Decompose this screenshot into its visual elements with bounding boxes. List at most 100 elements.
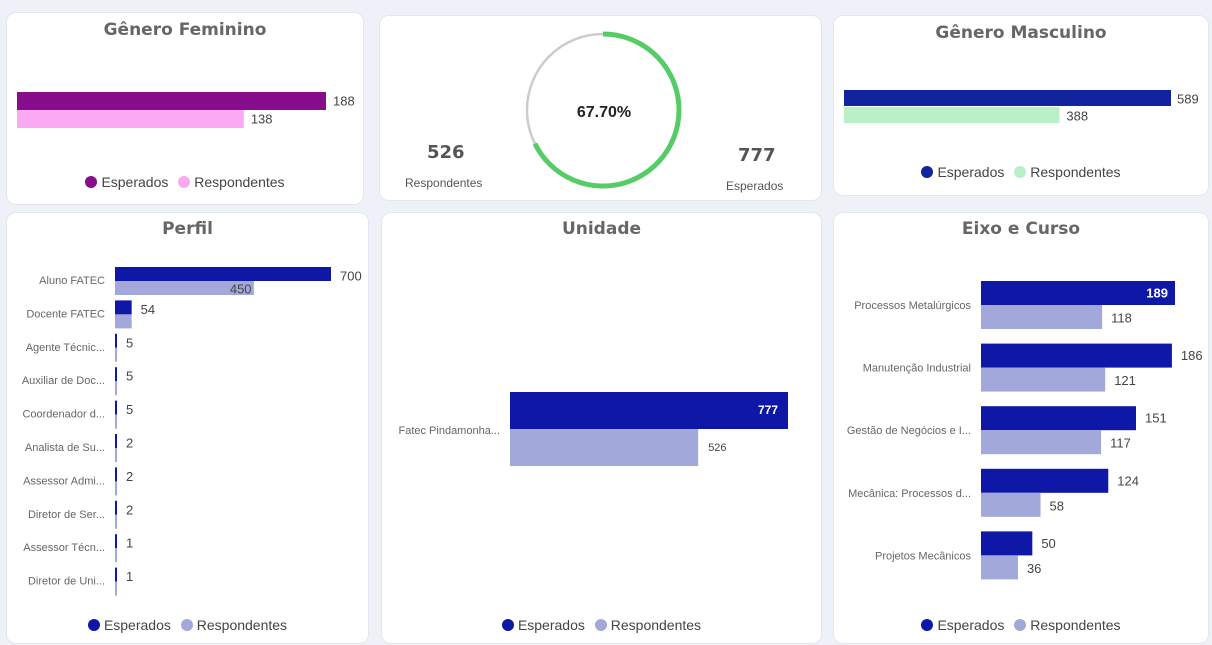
value-label-esperados: 151 — [1145, 411, 1167, 426]
legend-label: Esperados — [937, 617, 1005, 633]
bar-respondentes[interactable] — [17, 110, 244, 128]
category-label: Agente Técnic... — [26, 342, 105, 354]
bar-esperados[interactable] — [981, 531, 1033, 556]
bar-esperados[interactable] — [510, 392, 788, 429]
value-label-esperados: 2 — [126, 502, 133, 517]
bar-esperados[interactable] — [981, 343, 1172, 368]
legend-label: Respondentes — [196, 617, 288, 633]
bar-respondentes[interactable] — [981, 430, 1102, 455]
value-label-respondentes: 450 — [230, 282, 252, 297]
bar-esperados[interactable] — [17, 92, 326, 110]
legend-item-esperados[interactable]: Esperados — [85, 174, 168, 190]
bar-respondentes[interactable] — [115, 481, 117, 496]
legend-item-esperados[interactable]: Esperados — [921, 617, 1004, 633]
respondentes-value: 526 — [427, 142, 465, 163]
value-label-respondentes: 138 — [251, 112, 273, 127]
category-label: Diretor de Uni... — [28, 576, 105, 588]
value-label-esperados: 188 — [333, 94, 355, 109]
legend-item-respondentes[interactable]: Respondentes — [594, 617, 702, 633]
category-label: Projetos Mecânicos — [875, 550, 971, 562]
value-label-esperados: 777 — [758, 403, 778, 417]
legend-item-respondentes[interactable]: Respondentes — [1014, 164, 1121, 180]
legend-item-respondentes[interactable]: Respondentes — [178, 174, 285, 190]
bar-esperados[interactable] — [981, 406, 1136, 431]
esperados-value: 777 — [738, 145, 776, 166]
bar-respondentes[interactable] — [981, 492, 1041, 517]
gauge-value-label: 67.70% — [576, 104, 632, 121]
card-perfil: Perfil Aluno FATEC 700 450 Docente FATEC 54 A… — [6, 212, 369, 644]
legend-label: Esperados — [937, 164, 1005, 180]
category-label: Analista de Su... — [25, 442, 105, 454]
legend-dot-icon — [180, 619, 193, 631]
value-label-esperados: 1 — [126, 569, 133, 584]
category-label: Fatec Pindamonha... — [398, 425, 500, 437]
legend-label: Respondentes — [610, 617, 702, 633]
card-gauge: 67.70% 526 Respondentes 777 Esperados — [379, 15, 822, 201]
bar-respondentes[interactable] — [981, 367, 1106, 392]
value-label-respondentes: 118 — [1111, 311, 1132, 326]
legend-item-respondentes[interactable]: Respondentes — [180, 617, 288, 633]
bar-esperados[interactable] — [115, 434, 117, 448]
value-label-esperados: 5 — [126, 369, 133, 384]
value-label-respondentes: 388 — [1066, 109, 1088, 124]
bar-respondentes[interactable] — [115, 514, 117, 529]
bar-esperados[interactable] — [115, 467, 117, 482]
bar-respondentes[interactable] — [115, 581, 117, 596]
bar-esperados[interactable] — [981, 468, 1109, 493]
bar-esperados[interactable] — [115, 534, 117, 549]
legend-dot-icon — [921, 166, 934, 178]
perfil-bar-chart: Aluno FATEC 700 450 Docente FATEC 54 Agente T… — [22, 267, 362, 596]
bar-esperados[interactable] — [844, 90, 1171, 106]
bar-esperados[interactable] — [115, 367, 117, 382]
bar-respondentes[interactable] — [115, 347, 117, 362]
legend-dot-icon — [501, 619, 514, 631]
bar-respondentes[interactable] — [981, 305, 1103, 329]
bar-esperados[interactable] — [115, 500, 117, 515]
bar-respondentes[interactable] — [115, 314, 132, 329]
legend-dot-icon — [85, 176, 98, 188]
chart-legend: Esperados Respondentes — [382, 617, 821, 634]
legend-dot-icon — [87, 619, 100, 631]
eixo-curso-bar-chart: Processos Metalúrgicos 189 118 Manutenção I… — [847, 281, 1203, 580]
legend-dot-icon — [1014, 619, 1027, 631]
legend-label: Esperados — [101, 174, 169, 190]
legend-item-respondentes[interactable]: Respondentes — [1014, 617, 1121, 633]
category-label: Auxiliar de Doc... — [22, 375, 105, 387]
chart-legend: Esperados Respondentes — [834, 164, 1208, 181]
unidade-bar-chart: Fatec Pindamonha... 777 526 — [398, 392, 788, 466]
legend-item-esperados[interactable]: Esperados — [501, 617, 585, 633]
value-label-esperados: 2 — [126, 469, 133, 484]
legend-label: Respondentes — [1030, 164, 1121, 180]
category-label: Manutenção Industrial — [863, 363, 971, 375]
legend-label: Esperados — [103, 617, 171, 633]
bar-esperados[interactable] — [115, 567, 117, 582]
value-label-respondentes: 58 — [1050, 498, 1064, 513]
card-eixo-curso: Eixo e Curso Processos Metalúrgicos 189 11… — [833, 212, 1209, 644]
legend-item-esperados[interactable]: Esperados — [87, 617, 171, 633]
chart-legend: Esperados Respondentes — [834, 617, 1208, 634]
category-label: Assessor Técn... — [23, 542, 105, 554]
bar-respondentes[interactable] — [115, 381, 117, 396]
bar-respondentes[interactable] — [115, 414, 117, 429]
bar-esperados[interactable] — [115, 267, 331, 281]
value-label-esperados: 54 — [141, 302, 155, 317]
value-label-respondentes: 121 — [1114, 373, 1136, 388]
category-label: Aluno FATEC — [39, 275, 105, 287]
bar-esperados[interactable] — [115, 300, 132, 315]
bar-esperados[interactable] — [115, 400, 117, 415]
bar-respondentes[interactable] — [115, 448, 117, 462]
bar-respondentes[interactable] — [510, 429, 699, 466]
bar-esperados[interactable] — [115, 333, 117, 348]
value-label-esperados: 50 — [1041, 536, 1055, 551]
legend-dot-icon — [178, 176, 191, 188]
value-label-respondentes: 526 — [708, 442, 726, 454]
bar-respondentes[interactable] — [115, 548, 117, 563]
category-label: Diretor de Ser... — [28, 509, 105, 521]
bar-respondentes[interactable] — [844, 107, 1060, 123]
value-label-respondentes: 36 — [1027, 561, 1041, 576]
esperados-label: Esperados — [726, 179, 784, 193]
legend-item-esperados[interactable]: Esperados — [921, 164, 1004, 180]
bar-respondentes[interactable] — [981, 555, 1018, 580]
value-label-esperados: 700 — [340, 269, 362, 284]
category-label: Coordenador d... — [22, 409, 105, 421]
